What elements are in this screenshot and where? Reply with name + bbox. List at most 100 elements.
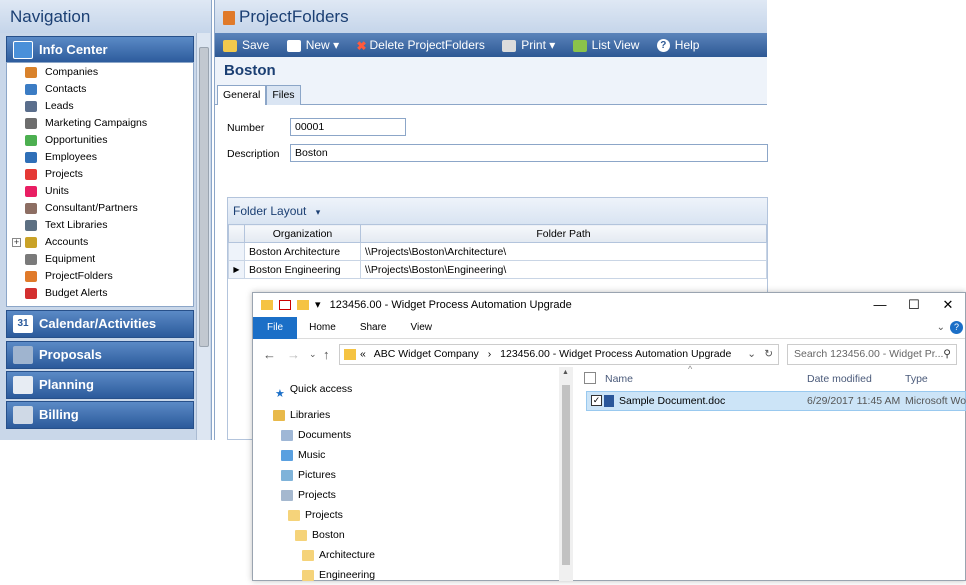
table-row[interactable]: ▶ Boston Engineering \\Projects\Boston\E… [228,260,767,279]
organization-cell[interactable]: Boston Engineering [244,260,361,279]
expand-icon[interactable]: + [12,238,21,247]
save-button[interactable]: Save [223,38,269,52]
scrollbar-thumb[interactable] [562,385,570,565]
text-libraries-icon [25,220,37,231]
back-arrow-icon[interactable]: ← [263,347,276,362]
folder-icon [302,569,314,581]
chevron-right-icon[interactable]: › [488,348,492,360]
group-info-center[interactable]: Info Center [6,36,194,64]
address-segment-company[interactable]: ABC Widget Company [374,348,479,360]
tree-item-projects-library[interactable]: Projects [281,485,336,505]
column-header-organization[interactable]: Organization [244,224,361,243]
up-arrow-icon[interactable]: ↑ [323,347,330,362]
window-title: ProjectFolders [239,7,349,26]
nav-item-budget-alerts[interactable]: Budget Alerts [7,285,193,302]
column-header-type[interactable]: Type [905,373,928,385]
ribbon-tab-share[interactable]: Share [348,317,399,339]
tree-item-quick-access[interactable]: ★ Quick access [275,379,352,400]
file-checkbox[interactable]: ✓ [591,395,602,406]
delete-button[interactable]: ✖ Delete ProjectFolders [356,38,484,53]
description-label: Description [227,148,280,160]
recent-locations-icon[interactable]: ⌄ [309,349,317,360]
folder-layout-header[interactable]: Folder Layout ▾ [228,198,767,224]
group-calendar-activities[interactable]: 31 Calendar/Activities [6,310,194,338]
nav-item-projects[interactable]: Projects [7,166,193,183]
folder-path-cell[interactable]: \\Projects\Boston\Architecture\ [360,242,767,261]
companies-icon [25,67,37,78]
record-title: Boston [215,57,767,85]
minimize-button[interactable]: — [863,293,897,317]
quick-access-toolbar-dropdown-icon[interactable]: ▾ [315,299,321,311]
list-view-button[interactable]: List View [572,38,639,52]
new-button[interactable]: New ▾ [286,38,339,52]
properties-icon[interactable] [279,300,291,311]
nav-item-marketing-campaigns[interactable]: Marketing Campaigns [7,115,193,132]
tree-item-architecture[interactable]: Architecture [302,545,375,565]
select-all-checkbox[interactable] [584,372,596,384]
nav-item-accounts[interactable]: + Accounts [7,234,193,251]
refresh-icon[interactable]: ↻ [764,345,773,364]
current-row-icon: ▶ [228,260,245,279]
search-input[interactable]: Search 123456.00 - Widget Pr... ⚲ [787,344,957,365]
help-icon[interactable]: ? [950,321,963,334]
tree-item-libraries[interactable]: Libraries [273,405,330,425]
navigation-pane-scrollbar[interactable]: ▲ [559,367,573,581]
nav-item-units[interactable]: Units [7,183,193,200]
address-dropdown-icon[interactable]: ⌄ [747,345,756,364]
group-proposals[interactable]: Proposals [6,341,194,369]
file-explorer-window: ▾ 123456.00 - Widget Process Automation … [252,292,966,581]
tree-item-documents[interactable]: Documents [281,425,351,445]
scrollbar-thumb[interactable] [199,47,209,347]
nav-item-consultant-partners[interactable]: Consultant/Partners [7,200,193,217]
tree-item-projects[interactable]: Projects [288,505,343,525]
description-field[interactable]: Boston [290,144,768,162]
ribbon-tab-view[interactable]: View [399,317,445,339]
navigation-scrollbar[interactable] [196,33,210,440]
nav-item-employees[interactable]: Employees [7,149,193,166]
nav-item-project-folders[interactable]: ProjectFolders [7,268,193,285]
close-button[interactable]: ✕ [931,293,965,317]
tree-item-music[interactable]: Music [281,445,325,465]
folder-path-cell[interactable]: \\Projects\Boston\Engineering\ [360,260,767,279]
ribbon-tab-file[interactable]: File [253,317,298,339]
ribbon-expand-icon[interactable]: ⌄ [937,317,945,339]
group-planning[interactable]: Planning [6,371,194,399]
nav-item-opportunities[interactable]: Opportunities [7,132,193,149]
units-icon [25,186,37,197]
nav-item-companies[interactable]: Companies [7,64,193,81]
opportunities-icon [25,135,37,146]
project-folders-title-icon [223,10,235,25]
address-segment-project[interactable]: 123456.00 - Widget Process Automation Up… [500,348,731,360]
new-folder-icon[interactable] [297,300,309,311]
nav-item-text-libraries[interactable]: Text Libraries [7,217,193,234]
print-button[interactable]: Print ▾ [502,38,555,52]
forward-arrow-icon[interactable]: → [287,347,300,362]
nav-item-equipment[interactable]: Equipment [7,251,193,268]
address-bar-row: ← → ⌄ ↑ « ABC Widget Company › 123456.00… [253,343,965,367]
organization-cell[interactable]: Boston Architecture [244,242,361,261]
tree-item-engineering[interactable]: Engineering [302,565,375,585]
leads-icon [25,101,37,112]
ribbon-tab-home[interactable]: Home [297,317,348,339]
number-field[interactable]: 00001 [290,118,406,136]
project-folders-icon [25,271,37,282]
group-billing[interactable]: Billing [6,401,194,429]
scroll-up-icon[interactable]: ▲ [562,369,569,376]
address-bar[interactable]: « ABC Widget Company › 123456.00 - Widge… [339,344,779,365]
column-header-folder-path[interactable]: Folder Path [360,224,767,243]
contacts-icon [25,84,37,95]
column-header-date-modified[interactable]: Date modified [807,373,872,385]
file-date-modified: 6/29/2017 11:45 AM [807,395,901,407]
column-header-name[interactable]: Name [605,373,633,385]
file-row[interactable]: ✓ Sample Document.doc 6/29/2017 11:45 AM… [586,391,966,411]
nav-item-leads[interactable]: Leads [7,98,193,115]
nav-item-contacts[interactable]: Contacts [7,81,193,98]
tree-item-pictures[interactable]: Pictures [281,465,336,485]
tab-general[interactable]: General [217,85,267,105]
tree-item-boston[interactable]: Boston [295,525,345,545]
table-row[interactable]: Boston Architecture \\Projects\Boston\Ar… [228,242,767,261]
help-button[interactable]: ? Help [656,38,699,53]
maximize-button[interactable]: ☐ [897,293,931,317]
explorer-title-bar: ▾ 123456.00 - Widget Process Automation … [253,293,965,317]
tab-files[interactable]: Files [266,85,301,105]
